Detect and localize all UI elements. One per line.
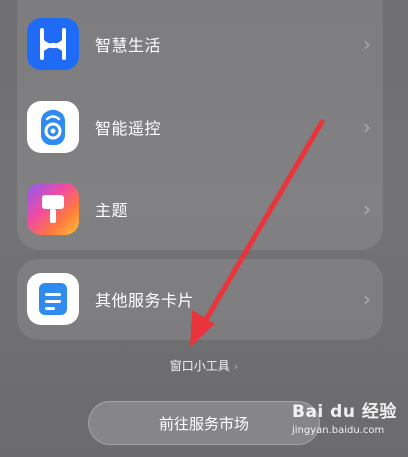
chevron-right-icon: › [363,115,371,139]
go-to-service-market-button[interactable]: 前往服务市场 [88,401,320,445]
chevron-right-icon: › [233,360,239,373]
smart-life-icon [27,18,79,70]
service-label: 智能遥控 [95,119,162,138]
chevron-right-icon: › [363,32,371,56]
window-widgets-label: 窗口小工具 [169,359,230,373]
chevron-right-icon: › [363,287,371,311]
remote-control-icon [27,101,79,153]
chevron-right-icon: › [363,197,371,221]
watermark-url: jingyan.baidu.com [292,425,385,436]
service-card-icon [27,273,79,325]
window-widgets-link[interactable]: 窗口小工具 › [0,357,408,374]
watermark-brand: Bai du 经验 [292,402,397,422]
service-row-remote-control[interactable]: 智能遥控 › [0,91,408,163]
theme-brush-icon [27,183,79,235]
service-label: 主题 [95,201,129,220]
service-label: 其他服务卡片 [95,291,195,310]
service-row-other-cards[interactable]: 其他服务卡片 › [0,263,408,335]
service-row-theme[interactable]: 主题 › [0,173,408,245]
service-row-smart-life[interactable]: 智慧生活 › [0,8,408,80]
service-label: 智慧生活 [95,36,162,55]
market-button-label: 前往服务市场 [158,414,249,433]
baidu-jingyan-watermark: Bai du 经验 jingyan.baidu.com [290,395,400,445]
